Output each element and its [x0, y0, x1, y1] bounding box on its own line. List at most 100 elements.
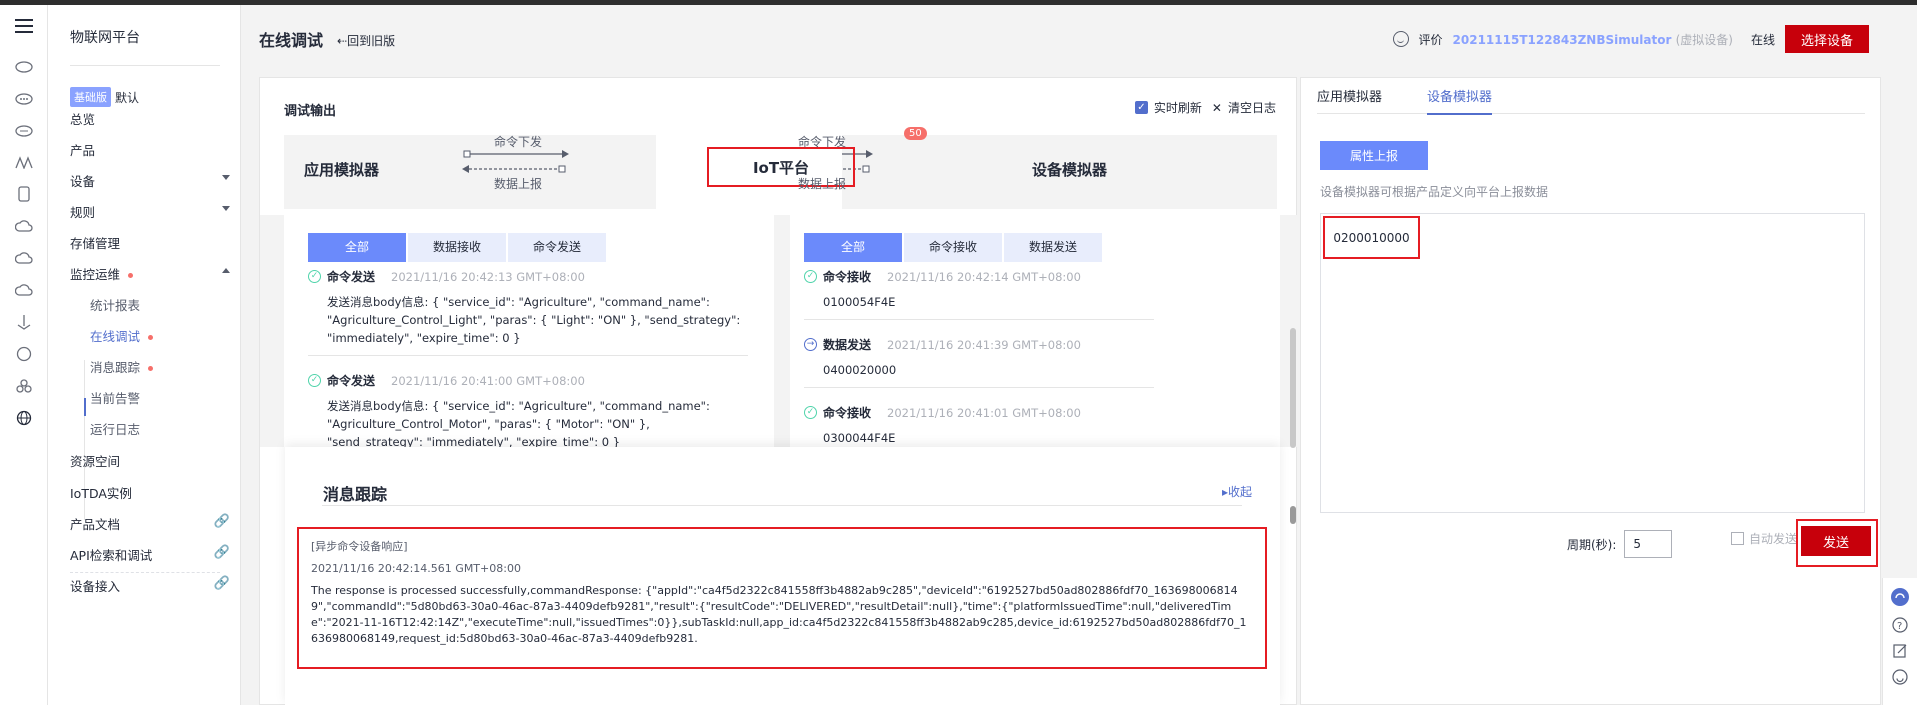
chevron-down-icon	[222, 206, 230, 211]
property-report-button[interactable]: 属性上报	[1320, 141, 1428, 170]
entry-body: 发送消息body信息: { "service_id": "Agriculture…	[327, 295, 741, 345]
nav-item-instance[interactable]: IoTDA实例	[70, 483, 230, 502]
auto-send-group: 自动发送	[1731, 530, 1797, 547]
globe-icon[interactable]	[13, 407, 35, 429]
tab-app-simulator[interactable]: 应用模拟器	[1317, 86, 1382, 105]
nav-item-label: 消息跟踪	[90, 360, 141, 375]
nav-item-device[interactable]: 设备	[70, 171, 230, 190]
tab-device-simulator[interactable]: 设备模拟器	[1427, 86, 1493, 115]
device-log-tabs: 全部 命令接收 数据发送	[804, 233, 1280, 262]
back-to-old-link[interactable]: ⇠回到旧版	[337, 32, 395, 49]
entry-time: 2021/11/16 20:42:14 GMT+08:00	[887, 269, 1081, 284]
app-simulator-label: 应用模拟器	[304, 161, 380, 179]
period-label: 周期(秒):	[1567, 537, 1617, 552]
collapse-link[interactable]: ▸收起	[1222, 483, 1252, 500]
chevron-down-icon	[222, 175, 230, 180]
entry-time: 2021/11/16 20:41:01 GMT+08:00	[887, 405, 1081, 420]
cloud-icon[interactable]	[13, 215, 35, 237]
device-id: 20211115T122843ZNBSimulator	[1452, 32, 1672, 47]
chat-icon[interactable]	[13, 343, 35, 365]
realtime-checkbox[interactable]: ✓	[1134, 101, 1148, 114]
chevron-up-icon	[222, 268, 230, 273]
entry-body: 0400020000	[823, 363, 897, 377]
nav-item-online-debug[interactable]: 在线调试	[90, 326, 250, 345]
tab-data-receive[interactable]: 数据接收	[408, 233, 506, 262]
ship-icon[interactable]	[13, 311, 35, 333]
smile-icon[interactable]	[1392, 31, 1409, 47]
send-highlight: 发送	[1796, 519, 1878, 567]
headset-icon[interactable]	[1891, 588, 1909, 606]
new-dot	[148, 366, 154, 371]
active-indicator	[84, 398, 86, 416]
nav-item-label: 设备	[70, 174, 96, 189]
menu-icon[interactable]	[13, 15, 35, 37]
page-header: 在线调试 ⇠回到旧版 评价 20211115T122843ZNBSimulato…	[241, 5, 1917, 73]
success-icon: ✓	[308, 374, 321, 387]
upload-icon: →	[804, 338, 817, 351]
help-icon[interactable]: ?	[1891, 616, 1909, 634]
tab-command-send[interactable]: 命令发送	[508, 233, 606, 262]
send-button[interactable]: 发送	[1801, 526, 1871, 556]
network-icon[interactable]	[13, 151, 35, 173]
cloud-server-icon[interactable]	[13, 55, 35, 77]
device-tag: (虚拟设备)	[1675, 32, 1733, 47]
rate-link[interactable]: 评价	[1419, 31, 1443, 48]
divider	[70, 572, 220, 573]
simulator-tabs: 应用模拟器 设备模拟器	[1317, 78, 1865, 115]
report-data-textarea[interactable]: 0200010000	[1320, 213, 1865, 513]
device-icon[interactable]	[13, 183, 35, 205]
gutter	[260, 215, 284, 447]
tab-all[interactable]: 全部	[308, 233, 406, 262]
cloud-dots-icon[interactable]	[13, 87, 35, 109]
edition-selector[interactable]: 基础版 默认	[70, 87, 139, 107]
debug-output-title: 调试输出	[284, 104, 337, 119]
new-dot	[128, 273, 134, 278]
floating-toolbar: ?	[1882, 578, 1917, 705]
cmd-down-label-right: 命令下发	[798, 135, 847, 149]
list-item: ✓ 命令发送 2021/11/16 20:41:00 GMT+08:00 发送消息b…	[308, 372, 774, 447]
divider	[322, 505, 1242, 506]
tab-all[interactable]: 全部	[804, 233, 902, 262]
cloud-sync-icon[interactable]	[13, 279, 35, 301]
external-link-icon: 🔗	[213, 576, 230, 591]
list-item: → 数据发送 2021/11/16 20:41:39 GMT+08:00 04000…	[804, 336, 1280, 398]
entry-kind: 命令发送	[327, 374, 376, 388]
nav-item-overview[interactable]: 总览	[70, 109, 230, 128]
nav-item-run-log[interactable]: 运行日志	[90, 419, 250, 438]
success-icon: ✓	[308, 270, 321, 283]
select-device-button[interactable]: 选择设备	[1784, 25, 1869, 53]
scrollbar[interactable]	[1290, 328, 1296, 448]
tab-data-send[interactable]: 数据发送	[1004, 233, 1102, 262]
data-up-label-right: 数据上报	[798, 177, 847, 191]
list-item: ✓ 命令接收 2021/11/16 20:42:14 GMT+08:00 01000…	[804, 268, 1280, 330]
period-input[interactable]: 5	[1624, 530, 1673, 558]
nav-item-resource-space[interactable]: 资源空间	[70, 451, 230, 470]
entry-time: 2021/11/16 20:41:39 GMT+08:00	[887, 337, 1081, 352]
nav-item-message-trace[interactable]: 消息跟踪	[90, 357, 250, 376]
nav-item-monitoring[interactable]: 监控运维	[70, 264, 230, 283]
nav-item-stats[interactable]: 统计报表	[90, 295, 250, 314]
nav-item-api[interactable]: API检索和调试 🔗	[70, 545, 230, 564]
divider	[804, 387, 1154, 388]
cluster-icon[interactable]	[13, 375, 35, 397]
feedback-icon[interactable]	[1891, 668, 1909, 686]
new-dot	[148, 335, 154, 340]
debug-panel: 调试输出 ✓ 实时刷新 ✕ 清空日志 应用模拟器 命令下发 数据上报 IoT平台…	[259, 77, 1297, 705]
scrollbar-thumb[interactable]	[1290, 506, 1296, 524]
clear-icon[interactable]: ✕	[1212, 101, 1222, 115]
cloud-upload-icon[interactable]	[13, 247, 35, 269]
clear-log-link[interactable]: 清空日志	[1228, 99, 1276, 116]
nav-item-storage[interactable]: 存储管理	[70, 233, 230, 252]
nav-item-device-access[interactable]: 设备接入 🔗	[70, 576, 230, 595]
nav-item-alarms[interactable]: 当前告警	[90, 388, 250, 407]
nav-item-rules[interactable]: 规则	[70, 202, 230, 221]
nav-item-docs[interactable]: 产品文档 🔗	[70, 514, 230, 533]
tab-command-receive[interactable]: 命令接收	[904, 233, 1002, 262]
nav-item-label: 在线调试	[90, 329, 141, 344]
nav-item-product[interactable]: 产品	[70, 140, 230, 159]
svg-text:?: ?	[1897, 621, 1902, 632]
cloud-db-icon[interactable]	[13, 119, 35, 141]
auto-send-checkbox[interactable]	[1731, 532, 1744, 545]
debug-tools: ✓ 实时刷新 ✕ 清空日志	[1134, 99, 1276, 116]
edit-icon[interactable]	[1891, 642, 1909, 660]
